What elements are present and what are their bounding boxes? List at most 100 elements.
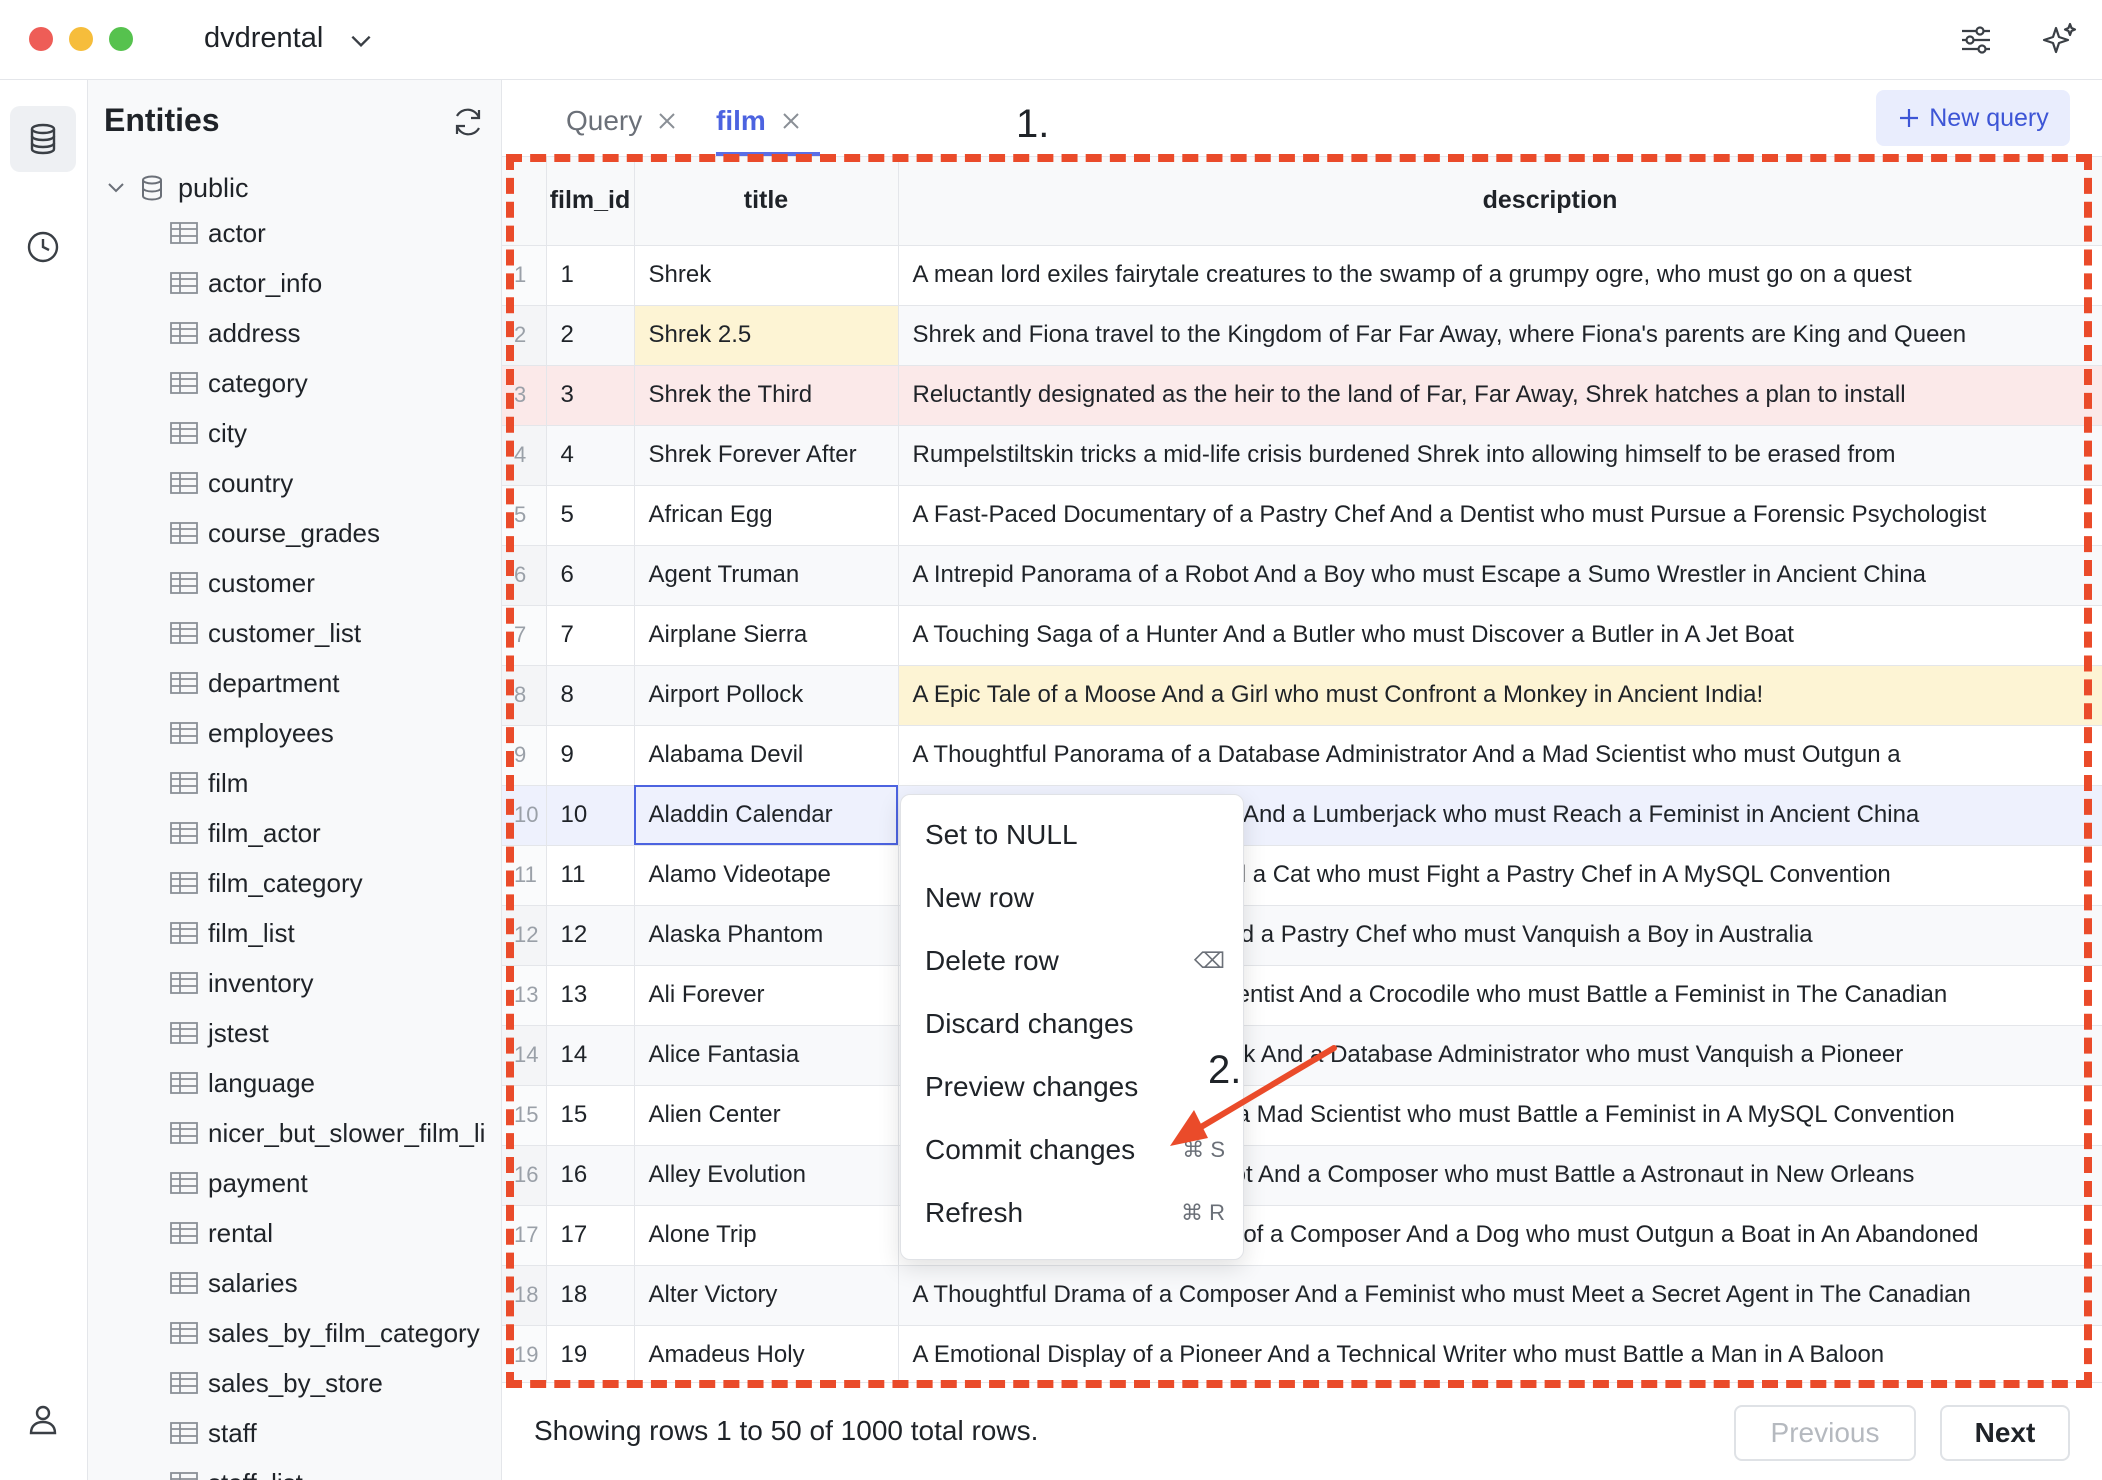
cell-film-id[interactable]: 16	[546, 1145, 635, 1206]
table-row[interactable]: 19 19 Amadeus Holy A Emotional Display of a…	[502, 1325, 2102, 1386]
sidebar-item-salaries[interactable]: salaries	[170, 1258, 501, 1308]
cell-film-id[interactable]: 10	[546, 785, 635, 846]
cell-title[interactable]: Alter Victory	[634, 1265, 899, 1326]
table-row[interactable]: 2 2 Shrek 2.5 Shrek and Fiona travel to the…	[502, 305, 2102, 366]
database-selector-label[interactable]: dvdrental	[204, 22, 323, 55]
sidebar-item-nicer-but-slower-film-li[interactable]: nicer_but_slower_film_li	[170, 1108, 501, 1158]
cell-film-id[interactable]: 13	[546, 965, 635, 1026]
minimize-window-button[interactable]	[69, 27, 93, 51]
cell-title[interactable]: Shrek	[634, 245, 899, 306]
table-row[interactable]: 16 16 Alley Evolution A Fast-Paced Drama of…	[502, 1145, 2102, 1206]
next-page-button[interactable]: Next	[1940, 1405, 2070, 1461]
cell-film-id[interactable]: 11	[546, 845, 635, 906]
sidebar-item-customer-list[interactable]: customer_list	[170, 608, 501, 658]
table-row[interactable]: 3 3 Shrek the Third Reluctantly designated …	[502, 365, 2102, 426]
cell-film-id[interactable]: 4	[546, 425, 635, 486]
cell-title[interactable]: Shrek Forever After	[634, 425, 899, 486]
table-row[interactable]: 11 11 Alamo Videotape A Boring Epistle of a…	[502, 845, 2102, 906]
sidebar-item-staff[interactable]: staff	[170, 1408, 501, 1458]
cell-title[interactable]: Alien Center	[634, 1085, 899, 1146]
column-header-film-id[interactable]: film_id	[546, 157, 635, 246]
cell-film-id[interactable]: 6	[546, 545, 635, 606]
cell-film-id[interactable]: 9	[546, 725, 635, 786]
table-row[interactable]: 6 6 Agent Truman A Intrepid Panorama of a R…	[502, 545, 2102, 606]
menu-item-set-to-null[interactable]: Set to NULL	[925, 807, 1225, 863]
cell-film-id[interactable]: 2	[546, 305, 635, 366]
cell-film-id[interactable]: 3	[546, 365, 635, 426]
table-row[interactable]: 8 8 Airport Pollock A Epic Tale of a Moose …	[502, 665, 2102, 726]
sidebar-item-staff-list[interactable]: staff_list	[170, 1458, 501, 1480]
cell-title[interactable]: Alone Trip	[634, 1205, 899, 1266]
column-header-description[interactable]: description	[898, 157, 2102, 246]
cell-film-id[interactable]: 12	[546, 905, 635, 966]
close-icon[interactable]	[780, 110, 802, 132]
chevron-down-icon[interactable]	[348, 28, 374, 54]
cell-description[interactable]: A Epic Tale of a Moose And a Girl who mu…	[898, 665, 2102, 726]
cell-film-id[interactable]: 8	[546, 665, 635, 726]
sliders-icon[interactable]	[1956, 20, 1996, 60]
sidebar-item-payment[interactable]: payment	[170, 1158, 501, 1208]
sidebar-item-city[interactable]: city	[170, 408, 501, 458]
cell-film-id[interactable]: 15	[546, 1085, 635, 1146]
sidebar-item-employees[interactable]: employees	[170, 708, 501, 758]
cell-description[interactable]: A mean lord exiles fairytale creatures t…	[898, 245, 2102, 306]
table-row[interactable]: 1 1 Shrek A mean lord exiles fairytale crea…	[502, 245, 2102, 306]
rail-account-button[interactable]	[10, 1386, 76, 1452]
cell-title[interactable]: Alaska Phantom	[634, 905, 899, 966]
cell-title[interactable]: Shrek 2.5	[634, 305, 899, 366]
sidebar-item-film-category[interactable]: film_category	[170, 858, 501, 908]
cell-description[interactable]: Reluctantly designated as the heir to th…	[898, 365, 2102, 426]
menu-item-preview-changes[interactable]: Preview changes	[925, 1059, 1225, 1115]
cell-film-id[interactable]: 1	[546, 245, 635, 306]
cell-description[interactable]: A Thoughtful Drama of a Composer And a F…	[898, 1265, 2102, 1326]
sidebar-item-course-grades[interactable]: course_grades	[170, 508, 501, 558]
sidebar-item-sales-by-store[interactable]: sales_by_store	[170, 1358, 501, 1408]
previous-page-button[interactable]: Previous	[1734, 1405, 1916, 1461]
sidebar-item-country[interactable]: country	[170, 458, 501, 508]
sidebar-item-department[interactable]: department	[170, 658, 501, 708]
rail-history-button[interactable]	[10, 214, 76, 280]
cell-film-id[interactable]: 14	[546, 1025, 635, 1086]
cell-description[interactable]: A Emotional Display of a Pioneer And a T…	[898, 1325, 2102, 1386]
tab-film[interactable]: film	[716, 98, 802, 144]
sidebar-item-actor[interactable]: actor	[170, 208, 501, 258]
table-row[interactable]: 5 5 African Egg A Fast-Paced Documentary of…	[502, 485, 2102, 546]
sidebar-item-category[interactable]: category	[170, 358, 501, 408]
table-row[interactable]: 15 15 Alien Center A Brilliant Drama of a C…	[502, 1085, 2102, 1146]
sidebar-item-customer[interactable]: customer	[170, 558, 501, 608]
table-row[interactable]: 9 9 Alabama Devil A Thoughtful Panorama of …	[502, 725, 2102, 786]
sidebar-item-film-list[interactable]: film_list	[170, 908, 501, 958]
table-row[interactable]: 7 7 Airplane Sierra A Touching Saga of a Hu…	[502, 605, 2102, 666]
cell-title[interactable]: Alice Fantasia	[634, 1025, 899, 1086]
tab-query[interactable]: Query	[566, 98, 678, 144]
table-row[interactable]: 14 14 Alice Fantasia A Emotional Drama of a…	[502, 1025, 2102, 1086]
refresh-icon[interactable]	[450, 104, 486, 140]
table-row[interactable]: 18 18 Alter Victory A Thoughtful Drama of a…	[502, 1265, 2102, 1326]
close-icon[interactable]	[656, 110, 678, 132]
cell-title[interactable]: Alley Evolution	[634, 1145, 899, 1206]
sidebar-item-film[interactable]: film	[170, 758, 501, 808]
sidebar-item-rental[interactable]: rental	[170, 1208, 501, 1258]
cell-description[interactable]: Rumpelstiltskin tricks a mid-life crisis…	[898, 425, 2102, 486]
cell-film-id[interactable]: 5	[546, 485, 635, 546]
menu-item-delete-row[interactable]: Delete row ⌫	[925, 933, 1225, 989]
zoom-window-button[interactable]	[109, 27, 133, 51]
sidebar-item-film-actor[interactable]: film_actor	[170, 808, 501, 858]
table-row[interactable]: 4 4 Shrek Forever After Rumpelstiltskin tri…	[502, 425, 2102, 486]
cell-title[interactable]: Amadeus Holy	[634, 1325, 899, 1386]
sidebar-item-actor-info[interactable]: actor_info	[170, 258, 501, 308]
menu-item-discard-changes[interactable]: Discard changes	[925, 996, 1225, 1052]
rail-entities-button[interactable]	[10, 106, 76, 172]
cell-film-id[interactable]: 17	[546, 1205, 635, 1266]
cell-description[interactable]: A Intrepid Panorama of a Robot And a Boy…	[898, 545, 2102, 606]
sparkles-icon[interactable]	[2040, 20, 2080, 60]
cell-description[interactable]: A Touching Saga of a Hunter And a Butler…	[898, 605, 2102, 666]
cell-title[interactable]: Aladdin Calendar	[634, 785, 899, 846]
cell-film-id[interactable]: 19	[546, 1325, 635, 1386]
table-row[interactable]: 10 10 Aladdin Calendar A Action-Packed Tale…	[502, 785, 2102, 846]
table-row[interactable]: 17 17 Alone Trip A Fast-Paced Character Stu…	[502, 1205, 2102, 1266]
cell-title[interactable]: Airport Pollock	[634, 665, 899, 726]
sidebar-item-language[interactable]: language	[170, 1058, 501, 1108]
menu-item-new-row[interactable]: New row	[925, 870, 1225, 926]
cell-title[interactable]: Airplane Sierra	[634, 605, 899, 666]
